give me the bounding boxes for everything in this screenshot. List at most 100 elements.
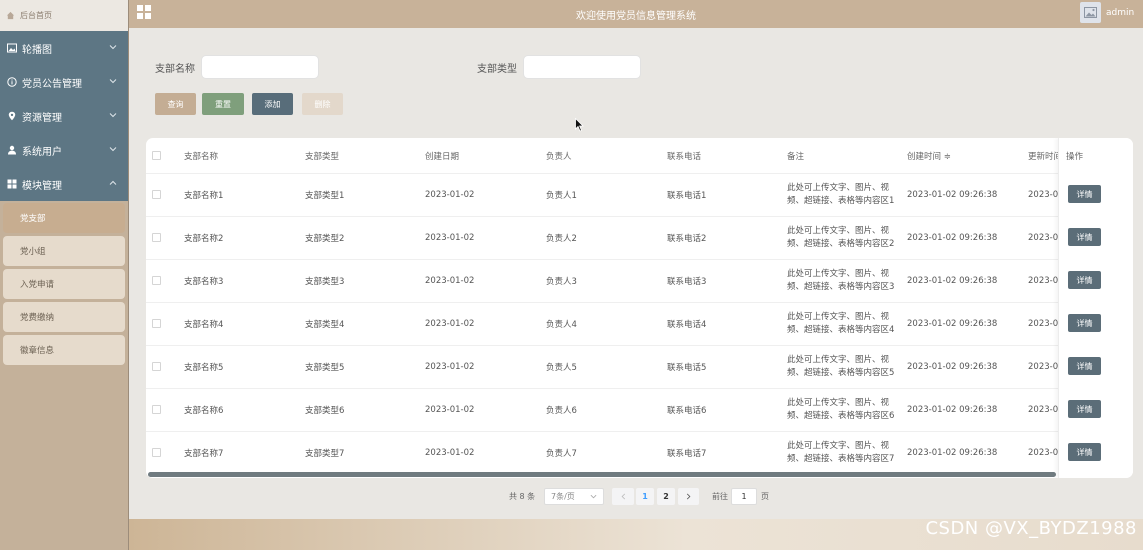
table-cell-leader: 负责人7 [546, 449, 577, 459]
table-cell-phone: 联系电话4 [667, 320, 707, 330]
row-checkbox[interactable] [152, 405, 161, 414]
table-cell-phone: 联系电话7 [667, 449, 707, 459]
table-cell-leader: 负责人6 [546, 406, 577, 416]
table-cell-leader: 负责人2 [546, 234, 577, 244]
note-line: 频、超链接、表格等内容区5 [787, 368, 895, 378]
watermark-text: CSDN @VX_BYDZ1988 [925, 518, 1137, 539]
table-cell-leader: 负责人1 [546, 191, 577, 201]
table-cell-date: 2023-01-02 [425, 276, 475, 286]
add-button[interactable]: 添加 [252, 93, 293, 115]
row-checkbox[interactable] [152, 448, 161, 457]
table-cell-type: 支部类型6 [305, 406, 345, 416]
prev-page-button[interactable] [612, 488, 634, 505]
sidebar-item-label: 系统用户 [22, 146, 62, 158]
location-pin-icon [8, 111, 16, 121]
reset-button[interactable]: 重置 [202, 93, 244, 115]
row-checkbox[interactable] [152, 362, 161, 371]
image-icon [7, 43, 17, 53]
operations-column: 操作 详情 详情 详情 详情 详情 详情 详情 [1058, 138, 1133, 478]
note-line: 此处可上传文字、图片、视 [787, 312, 890, 322]
row-checkbox[interactable] [152, 190, 161, 199]
goto-page-input[interactable]: 1 [731, 488, 757, 505]
chevron-down-icon [109, 147, 117, 152]
table-row: 支部名称2 支部类型2 2023-01-02 负责人2 联系电话2 2023-01-02 … [146, 216, 1133, 259]
sidebar-item-system-users[interactable]: 系统用户 [0, 133, 128, 167]
column-header: 备注 [787, 151, 805, 162]
table-row: 支部名称4 支部类型4 2023-01-02 负责人4 联系电话4 2023-01-02 … [146, 302, 1133, 345]
sidebar-subitem-badge-info[interactable]: 徽章信息 [3, 335, 125, 365]
sidebar-item-label: 党员公告管理 [22, 78, 82, 90]
table-row: 支部名称3 支部类型3 2023-01-02 负责人3 联系电话3 2023-01-02 … [146, 259, 1133, 302]
row-checkbox[interactable] [152, 233, 161, 242]
sidebar-subitem-label: 入党申请 [20, 280, 55, 290]
table-cell-note: 此处可上传文字、图片、视 频、超链接、表格等内容区7 [787, 432, 895, 474]
branch-name-label: 支部名称 [155, 64, 195, 75]
table-cell-type: 支部类型5 [305, 363, 345, 373]
table-cell-created: 2023-01-02 09:26:38 [907, 405, 998, 415]
query-button[interactable]: 查询 [155, 93, 196, 115]
next-page-button[interactable] [678, 488, 699, 505]
page-size-select[interactable]: 7条/页 [544, 488, 604, 505]
table-cell-note: 此处可上传文字、图片、视 频、超链接、表格等内容区2 [787, 217, 895, 259]
delete-button[interactable]: 删除 [302, 93, 343, 115]
table-cell-phone: 联系电话2 [667, 234, 707, 244]
sidebar-subitem-dues-payment[interactable]: 党费缴纳 [3, 302, 125, 332]
row-checkbox[interactable] [152, 319, 161, 328]
sidebar-subitem-party-group[interactable]: 党小组 [3, 236, 125, 266]
table-cell-phone: 联系电话6 [667, 406, 707, 416]
column-header-sortable[interactable]: 创建时间 ≑ [907, 138, 951, 173]
chevron-up-icon [109, 180, 117, 185]
note-line: 此处可上传文字、图片、视 [787, 226, 890, 236]
sidebar-item-modules[interactable]: 模块管理 [0, 167, 128, 201]
username[interactable]: admin [1106, 8, 1134, 18]
top-header: 欢迎使用党员信息管理系统 admin [129, 0, 1143, 28]
avatar[interactable] [1080, 2, 1101, 23]
sidebar-home[interactable]: 后台首页 [0, 0, 128, 31]
branch-name-input[interactable] [201, 55, 319, 79]
table-cell-created: 2023-01-02 09:26:38 [907, 319, 998, 329]
sidebar-item-announcements[interactable]: 党员公告管理 [0, 65, 128, 99]
table-cell-name: 支部名称3 [184, 277, 224, 287]
table-row: 支部名称7 支部类型7 2023-01-02 负责人7 联系电话7 2023-01-02 … [146, 431, 1133, 474]
home-icon [6, 11, 15, 20]
table-cell-note: 此处可上传文字、图片、视 频、超链接、表格等内容区1 [787, 174, 895, 216]
table-cell-leader: 负责人4 [546, 320, 577, 330]
column-header: 创建日期 [425, 151, 460, 162]
column-header: 更新时间 [1028, 151, 1063, 162]
branch-type-input[interactable] [523, 55, 641, 79]
page-number-button[interactable]: 2 [657, 488, 675, 505]
note-line: 频、超链接、表格等内容区1 [787, 196, 895, 206]
select-all-checkbox[interactable] [152, 151, 161, 160]
column-header: 支部名称 [184, 151, 219, 162]
table-cell-type: 支部类型4 [305, 320, 345, 330]
sidebar-subitem-label: 党费缴纳 [20, 313, 55, 323]
sidebar-subitem-label: 党小组 [20, 247, 46, 257]
page-number-button[interactable]: 1 [636, 488, 654, 505]
table-cell-date: 2023-01-02 [425, 362, 475, 372]
note-line: 频、超链接、表格等内容区7 [787, 454, 895, 464]
note-line: 此处可上传文字、图片、视 [787, 398, 890, 408]
note-line: 频、超链接、表格等内容区2 [787, 239, 895, 249]
sidebar-subitem-membership-application[interactable]: 入党申请 [3, 269, 125, 299]
page-size-value: 7条/页 [551, 492, 575, 501]
table-cell-type: 支部类型3 [305, 277, 345, 287]
row-checkbox[interactable] [152, 276, 161, 285]
table-cell-date: 2023-01-02 [425, 190, 475, 200]
detail-button[interactable]: 详情 [1068, 357, 1101, 375]
user-icon [8, 145, 16, 155]
detail-button[interactable]: 详情 [1068, 314, 1101, 332]
detail-button[interactable]: 详情 [1068, 271, 1101, 289]
detail-button[interactable]: 详情 [1068, 185, 1101, 203]
detail-button[interactable]: 详情 [1068, 443, 1101, 461]
sidebar-item-label: 轮播图 [22, 44, 52, 56]
sidebar-item-carousel[interactable]: 轮播图 [0, 31, 128, 65]
note-line: 频、超链接、表格等内容区6 [787, 411, 895, 421]
sidebar-subitem-party-branch[interactable]: 党支部 [3, 203, 125, 233]
detail-button[interactable]: 详情 [1068, 400, 1101, 418]
sidebar-item-resources[interactable]: 资源管理 [0, 99, 128, 133]
table-cell-date: 2023-01-02 [425, 405, 475, 415]
horizontal-scrollbar[interactable] [148, 472, 1056, 477]
detail-button[interactable]: 详情 [1068, 228, 1101, 246]
page-unit-label: 页 [761, 492, 769, 501]
table-cell-name: 支部名称7 [184, 449, 224, 459]
